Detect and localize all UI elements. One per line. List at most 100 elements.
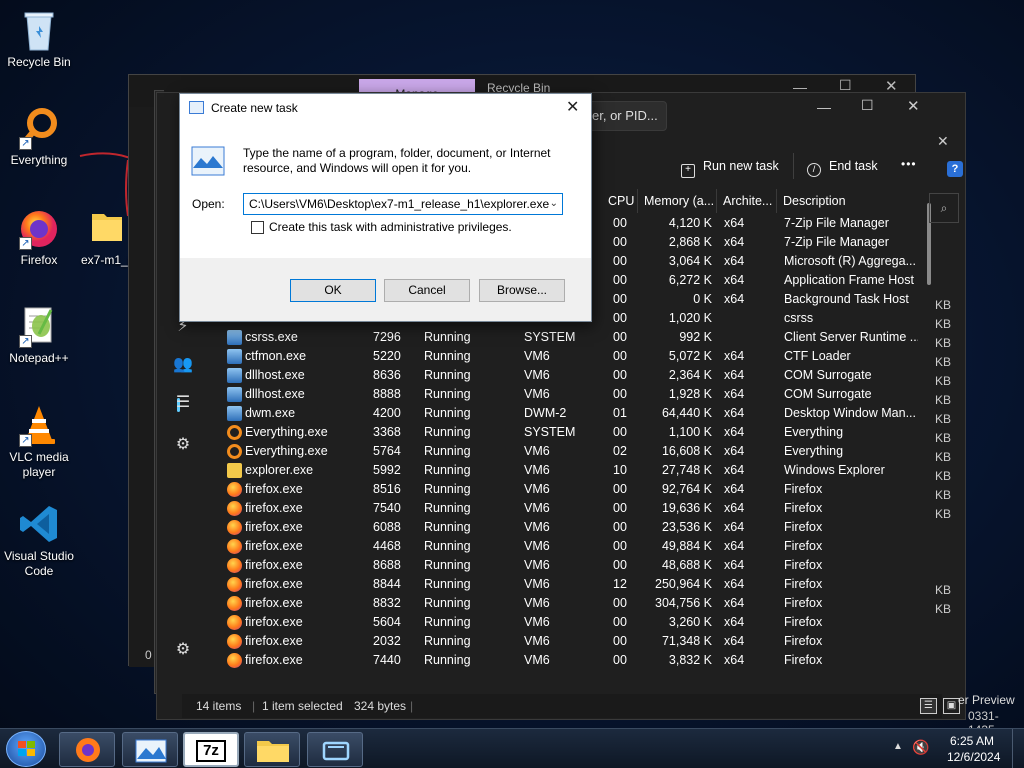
process-description: Windows Explorer (784, 463, 885, 477)
clock-date[interactable]: 12/6/2024 (947, 750, 1000, 764)
show-desktop-button[interactable] (1012, 729, 1024, 768)
process-user: SYSTEM (524, 330, 576, 344)
taskbar-run-app[interactable] (122, 732, 178, 767)
table-row[interactable]: firefox.exe 8832 Running VM6 00 304,756 Kx64 F… (225, 594, 919, 613)
process-pid: 8516 (373, 482, 401, 496)
run-dialog-icon (191, 146, 225, 176)
help-icon[interactable]: ? (947, 161, 963, 177)
show-hidden-icons-arrow[interactable]: ▲ (893, 741, 903, 752)
table-row[interactable]: dwm.exe 4200 Running DWM-2 01 64,440 Kx64 Desk… (225, 404, 919, 423)
search-placeholder: er, or PID... (592, 108, 658, 123)
taskbar-task-manager[interactable] (307, 732, 363, 767)
process-memory: 27,748 K (661, 463, 712, 477)
shortcut-arrow-icon: ↗ (19, 237, 32, 250)
table-row[interactable]: firefox.exe 6088 Running VM6 00 23,536 Kx64 Fi… (225, 518, 919, 537)
process-architecture: x64 (724, 634, 745, 648)
firefox-icon (227, 653, 242, 668)
process-architecture: x64 (724, 349, 745, 363)
run-new-task-button[interactable]: + Run new task (681, 155, 779, 178)
run-window-icon (189, 101, 204, 114)
process-name: firefox.exe (245, 558, 303, 572)
process-memory: 992 K (679, 330, 712, 344)
desktop-icon-firefox[interactable]: ↗ Firefox (0, 206, 78, 268)
vlc-cone-icon: ↗ (17, 403, 61, 447)
desktop-icon-recycle-bin[interactable]: Recycle Bin (0, 8, 78, 70)
taskbar-file-explorer[interactable] (244, 732, 300, 767)
process-name: firefox.exe (245, 634, 303, 648)
process-memory: 5,072 K (668, 349, 712, 363)
column-header-memory[interactable]: Memory (a... (638, 189, 717, 213)
desktop-icon-vlc[interactable]: ↗ VLC media player (0, 403, 78, 480)
size-unit-label: KB (935, 412, 952, 426)
column-header-description[interactable]: Description (777, 189, 917, 213)
taskbar-firefox[interactable] (59, 732, 115, 767)
table-row[interactable]: firefox.exe 7540 Running VM6 00 19,636 Kx64 Fi… (225, 499, 919, 518)
app-window-icon (227, 406, 242, 421)
size-unit-label: KB (935, 317, 952, 331)
status-selected: 1 item selected (262, 699, 343, 713)
size-unit-label: KB (935, 336, 952, 350)
end-task-button[interactable]: / End task (807, 155, 878, 177)
column-header-architecture[interactable]: Archite... (717, 189, 777, 213)
process-name: explorer.exe (245, 463, 314, 477)
process-memory: 250,964 K (655, 577, 712, 591)
process-description: Firefox (784, 501, 823, 515)
process-user: SYSTEM (524, 425, 576, 439)
table-row[interactable]: firefox.exe 5604 Running VM6 00 3,260 Kx64 Fir… (225, 613, 919, 632)
browse-button[interactable]: Browse... (479, 279, 565, 302)
start-button[interactable] (6, 731, 46, 767)
desktop-icon-notepadpp[interactable]: ↗ Notepad++ (0, 304, 78, 366)
close-icon[interactable]: ✕ (907, 97, 920, 115)
minimize-icon[interactable]: — (817, 99, 831, 115)
table-row[interactable]: firefox.exe 8688 Running VM6 00 48,688 Kx64 Fi… (225, 556, 919, 575)
process-architecture: x64 (724, 653, 745, 667)
services-icon[interactable]: ⚙ (171, 433, 195, 457)
process-user: VM6 (524, 539, 550, 553)
table-row[interactable]: Everything.exe 5764 Running VM6 02 16,608 Kx6… (225, 442, 919, 461)
process-pid: 8844 (373, 577, 401, 591)
process-architecture: x64 (724, 596, 745, 610)
clock-time[interactable]: 6:25 AM (950, 734, 994, 748)
details-view-icon[interactable]: ☰ (920, 698, 937, 714)
table-row[interactable]: firefox.exe 8516 Running VM6 00 92,764 Kx64 Fi… (225, 480, 919, 499)
column-header-cpu[interactable]: CPU (602, 189, 638, 213)
desktop-icon-vscode[interactable]: Visual Studio Code (0, 502, 78, 579)
process-user: DWM-2 (524, 406, 567, 420)
process-architecture: x64 (724, 539, 745, 553)
dialog-close-icon[interactable]: ✕ (566, 97, 579, 117)
desktop-icon-everything[interactable]: ↗ Everything (0, 106, 78, 168)
table-row[interactable]: firefox.exe 8844 Running VM6 12 250,964 Kx64 F… (225, 575, 919, 594)
details-list-icon[interactable]: ☰ (171, 391, 195, 415)
process-status: Running (424, 539, 471, 553)
table-row[interactable]: Everything.exe 3368 Running SYSTEM 00 1,100 K… (225, 423, 919, 442)
ok-button[interactable]: OK (290, 279, 376, 302)
table-row[interactable]: firefox.exe 4468 Running VM6 00 49,884 Kx64 Fi… (225, 537, 919, 556)
volume-muted-icon[interactable]: 🔇 (912, 739, 929, 756)
process-description: COM Surrogate (784, 368, 872, 382)
window-close-icon[interactable]: ✕ (937, 133, 949, 150)
process-description: Firefox (784, 634, 823, 648)
process-architecture: x64 (724, 216, 745, 230)
table-row[interactable]: dllhost.exe 8888 Running VM6 00 1,928 Kx64 COM… (225, 385, 919, 404)
table-row[interactable]: explorer.exe 5992 Running VM6 10 27,748 Kx64 W… (225, 461, 919, 480)
create-new-task-dialog[interactable]: Create new task ✕ Type the name of a pro… (179, 93, 592, 322)
size-unit-label: KB (935, 488, 952, 502)
process-architecture: x64 (724, 482, 745, 496)
table-row[interactable]: csrss.exe 7296 Running SYSTEM 00 992 K Client … (225, 328, 919, 347)
table-row[interactable]: ctfmon.exe 5220 Running VM6 00 5,072 Kx64 CTF … (225, 347, 919, 366)
table-row[interactable]: firefox.exe 2032 Running VM6 00 71,348 Kx64 Fi… (225, 632, 919, 651)
maximize-icon[interactable]: ☐ (861, 97, 874, 114)
cancel-button[interactable]: Cancel (384, 279, 470, 302)
table-row[interactable]: firefox.exe 7440 Running VM6 00 3,832 Kx64 Fir… (225, 651, 919, 670)
admin-checkbox[interactable] (251, 221, 264, 234)
chevron-down-icon[interactable]: ⌄ (550, 194, 558, 214)
app-window-icon (227, 368, 242, 383)
settings-icon[interactable]: ⚙ (171, 638, 195, 662)
more-options-button[interactable]: ••• (901, 157, 917, 171)
table-row[interactable]: dllhost.exe 8636 Running VM6 00 2,364 Kx64 COM… (225, 366, 919, 385)
process-description: Firefox (784, 539, 823, 553)
users-icon[interactable]: 👥 (171, 353, 195, 377)
taskbar-7zip[interactable]: 7z (183, 732, 239, 767)
desktop-icon-label: Recycle Bin (7, 55, 71, 69)
open-combobox[interactable]: C:\Users\VM6\Desktop\ex7-m1_release_h1\e… (243, 193, 563, 215)
